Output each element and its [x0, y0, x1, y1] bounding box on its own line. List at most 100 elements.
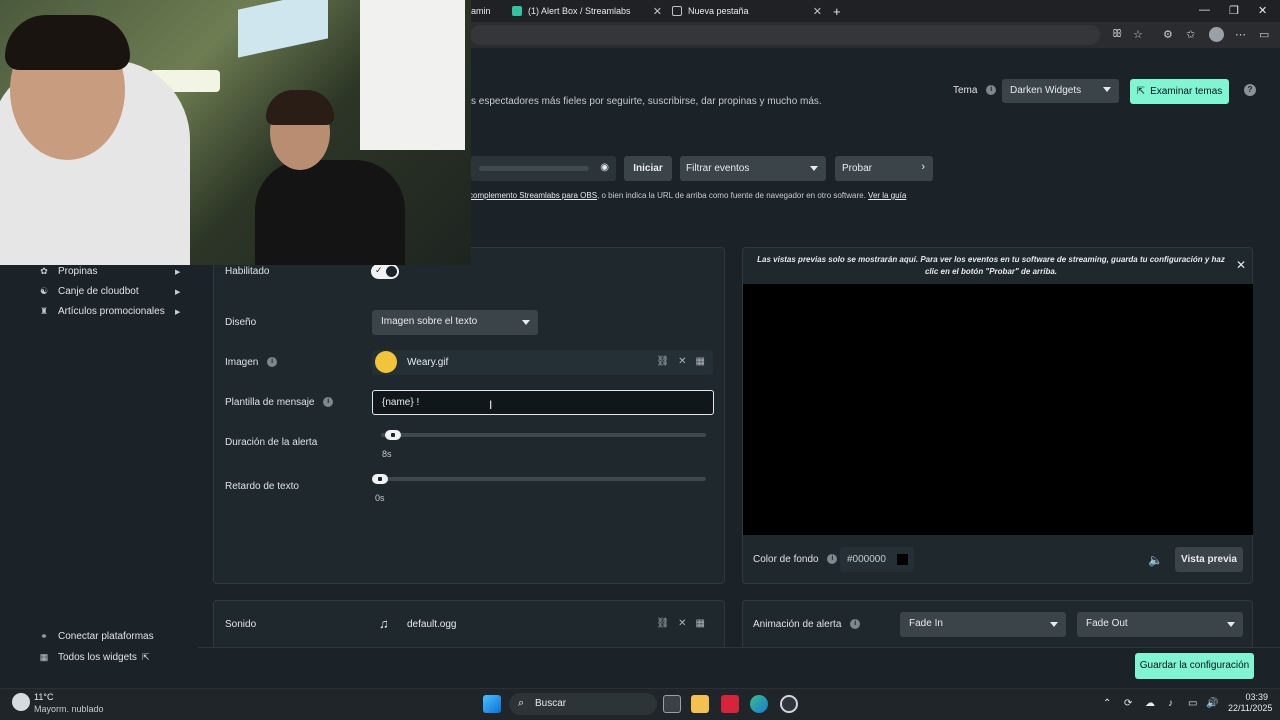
close-tab-icon[interactable]: ✕ [813, 5, 822, 18]
theme-value: Darken Widgets [1010, 85, 1082, 96]
person-standing [360, 0, 465, 150]
design-select[interactable]: Imagen sobre el texto [372, 310, 538, 335]
animation-label-text: Animación de alerta [753, 619, 842, 630]
close-icon[interactable]: ✕ [1236, 258, 1246, 272]
clock-time: 03:39 [1245, 692, 1268, 702]
tab-alert-box[interactable]: (1) Alert Box / Streamlabs ✕ [512, 0, 662, 22]
message-template-input[interactable] [372, 390, 714, 415]
close-window-icon[interactable]: ✕ [1258, 4, 1267, 17]
translate-icon[interactable]: ꕥ [1112, 28, 1122, 41]
design-label: Diseño [225, 317, 257, 328]
info-icon[interactable]: i [986, 85, 997, 96]
gallery-icon[interactable]: ▦ [696, 356, 705, 367]
bg-color-value: #000000 [847, 554, 886, 565]
save-footer [198, 647, 1280, 687]
start-button[interactable]: Iniciar [624, 156, 672, 181]
sound-filename: default.ogg [407, 619, 457, 630]
external-link-icon: ⇱ [141, 652, 150, 662]
close-icon[interactable]: ✕ [678, 356, 686, 367]
more-menu-icon[interactable]: ⋯ [1235, 28, 1246, 41]
tab-new-tab[interactable]: Nueva pestaña ✕ [672, 0, 822, 22]
link-icon[interactable]: ⛓ [656, 618, 669, 629]
theme-select[interactable]: Darken Widgets [1002, 79, 1119, 103]
search-label: Buscar [535, 698, 567, 709]
gallery-icon[interactable]: ▦ [696, 618, 705, 629]
eye-icon[interactable]: ◉ [600, 162, 609, 173]
save-settings-button[interactable]: Guardar la configuración [1135, 653, 1254, 679]
sidebar-toggle-icon[interactable]: ▭ [1259, 28, 1269, 41]
weather-desc[interactable]: Mayorm. nublado [34, 704, 104, 714]
image-picker[interactable]: Weary.gif ⛓ ✕ ▦ [372, 350, 713, 375]
maximize-icon[interactable]: ❐ [1229, 4, 1239, 17]
obs-plugin-link[interactable]: complemento Streamlabs para OBS [469, 191, 597, 200]
edge-icon[interactable] [750, 695, 768, 713]
preview-canvas [743, 284, 1253, 535]
color-swatch[interactable] [897, 554, 908, 565]
help-icon[interactable]: ? [1244, 84, 1256, 96]
obs-icon[interactable] [780, 695, 798, 713]
sidebar-all-widgets[interactable]: ▦ Todos los widgets ⇱ [38, 652, 150, 663]
volume-icon[interactable]: 🔈 [1148, 553, 1163, 567]
info-icon[interactable]: i [850, 619, 861, 630]
delay-label: Retardo de texto [225, 481, 299, 492]
task-view-icon[interactable] [663, 695, 681, 713]
cloud-icon[interactable] [12, 693, 30, 711]
windows-start-icon[interactable] [483, 695, 501, 713]
test-button[interactable]: Probar › [835, 156, 933, 181]
weather-temp[interactable]: 11°C [34, 692, 53, 702]
animation-in-select[interactable]: Fade In [900, 612, 1066, 637]
app-w-icon[interactable] [721, 695, 739, 713]
close-tab-icon[interactable]: ✕ [653, 5, 662, 18]
url-field[interactable] [470, 25, 1100, 45]
chevron-right-icon: › [921, 161, 925, 173]
new-tab-button[interactable]: + [833, 0, 841, 22]
link-icon[interactable]: ⛓ [656, 356, 669, 367]
guide-text: complemento Streamlabs para OBS, o bien … [469, 191, 906, 200]
taskbar-search[interactable]: ⌕ Buscar [509, 693, 657, 715]
preview-button[interactable]: Vista previa [1175, 547, 1243, 572]
duration-value: 8s [382, 449, 392, 459]
animation-out-value: Fade Out [1086, 618, 1128, 629]
info-icon[interactable]: i [827, 554, 838, 565]
enabled-toggle[interactable]: ✓ [371, 264, 399, 279]
template-label: Plantilla de mensaje i [225, 397, 334, 408]
sync-icon[interactable]: ⟳ [1124, 698, 1132, 709]
sound-picker[interactable]: default.ogg ⛓ ✕ ▦ [372, 612, 713, 637]
taskbar-clock[interactable]: 03:39 22/11/2025 [1228, 692, 1272, 714]
chevron-down-icon [1103, 87, 1111, 92]
minimize-icon[interactable]: — [1199, 4, 1210, 16]
tab-streamlabs-partial[interactable]: amin [471, 0, 501, 22]
delay-slider-track[interactable] [375, 477, 706, 481]
cloudbot-icon: ☯ [39, 286, 49, 296]
filter-events-select[interactable]: Filtrar eventos [680, 156, 826, 181]
animation-in-value: Fade In [909, 618, 943, 629]
sidebar-item-cloudbot[interactable]: ☯ Canje de cloudbot [38, 286, 139, 297]
favorites-icon[interactable]: ✩ [1186, 28, 1195, 41]
onedrive-icon[interactable]: ☁ [1145, 698, 1155, 709]
network-icon[interactable]: ▭ [1188, 698, 1197, 709]
duration-slider-track[interactable] [381, 433, 706, 437]
file-explorer-icon[interactable] [691, 695, 709, 713]
shirt-icon: ♜ [39, 306, 49, 316]
close-icon[interactable]: ✕ [678, 618, 686, 629]
sound-label: Sonido [225, 619, 257, 630]
duration-slider-handle[interactable] [385, 430, 402, 440]
info-icon[interactable]: i [267, 357, 278, 368]
delay-slider-handle[interactable] [372, 474, 388, 484]
sidebar-item-tips[interactable]: ✿ Propinas [38, 266, 97, 277]
star-icon[interactable]: ☆ [1133, 28, 1143, 41]
speaker-icon[interactable]: 🔊 [1206, 698, 1218, 709]
guide-link[interactable]: Ver la guía [868, 191, 906, 200]
sidebar-item-merch[interactable]: ♜ Artículos promocionales [38, 306, 165, 317]
microphone-icon[interactable]: ♪ [1168, 698, 1173, 709]
preview-note: Las vistas previas solo se mostrarán aqu… [757, 255, 1225, 276]
animation-out-select[interactable]: Fade Out [1077, 612, 1243, 637]
bg-color-input[interactable]: #000000 [840, 547, 914, 572]
widget-url-field[interactable]: ◉ [471, 156, 616, 181]
sidebar-connect-platforms[interactable]: ⚭ Conectar plataformas [38, 631, 153, 642]
extensions-icon[interactable]: ⚙ [1163, 28, 1173, 41]
info-icon[interactable]: i [323, 397, 334, 408]
explore-themes-button[interactable]: ⇱ Examinar temas [1130, 79, 1229, 104]
tray-overflow-icon[interactable]: ⌃ [1103, 698, 1111, 709]
profile-avatar[interactable] [1209, 27, 1224, 42]
